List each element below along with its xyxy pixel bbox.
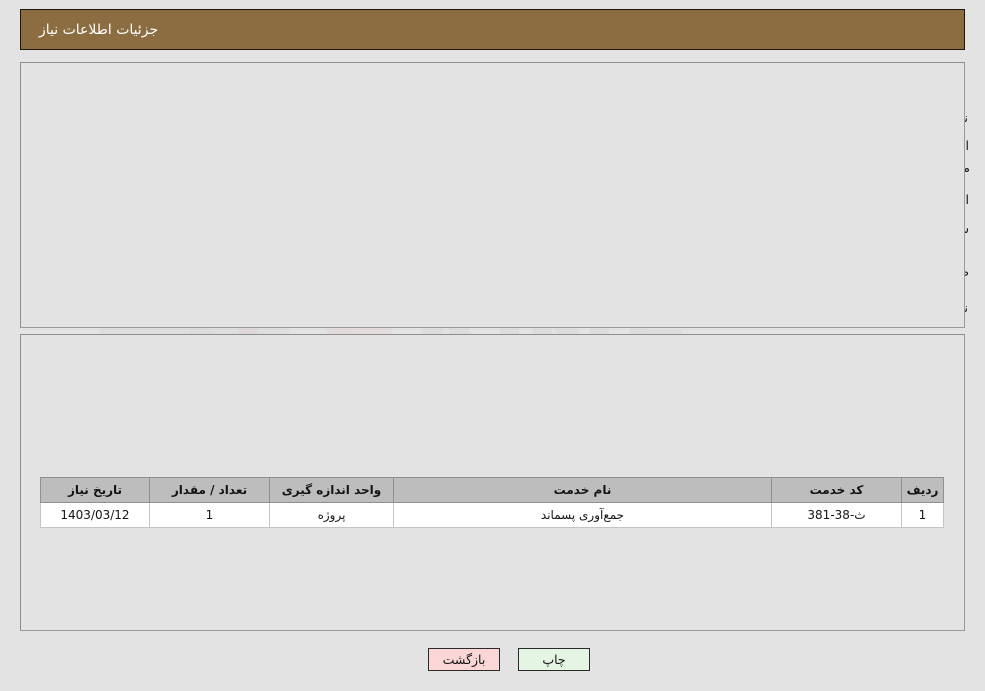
- table-row: 1 ث-38-381 جمع‌آوری پسماند پروژه 1 1403/…: [40, 502, 944, 528]
- cell-code: ث-38-381: [771, 502, 902, 528]
- cell-row: 1: [901, 502, 944, 528]
- col-code: کد خدمت: [771, 477, 902, 503]
- cell-qty: 1: [149, 502, 270, 528]
- col-qty: تعداد / مقدار: [149, 477, 270, 503]
- cell-date: 1403/03/12: [40, 502, 150, 528]
- cell-unit: پروژه: [269, 502, 394, 528]
- col-unit: واحد اندازه گیری: [269, 477, 394, 503]
- table-header-row: ردیف کد خدمت نام خدمت واحد اندازه گیری ت…: [40, 477, 944, 503]
- col-name: نام خدمت: [393, 477, 772, 503]
- col-row: ردیف: [901, 477, 944, 503]
- col-date: تاریخ نیاز: [40, 477, 150, 503]
- print-button[interactable]: چاپ: [518, 648, 590, 671]
- back-button[interactable]: بازگشت: [428, 648, 500, 671]
- page-title: جزئیات اطلاعات نیاز: [39, 21, 159, 38]
- need-info-panel: [20, 62, 965, 328]
- cell-name: جمع‌آوری پسماند: [393, 502, 772, 528]
- page-header-bar: جزئیات اطلاعات نیاز: [20, 9, 965, 50]
- services-table: ردیف کد خدمت نام خدمت واحد اندازه گیری ت…: [40, 477, 944, 528]
